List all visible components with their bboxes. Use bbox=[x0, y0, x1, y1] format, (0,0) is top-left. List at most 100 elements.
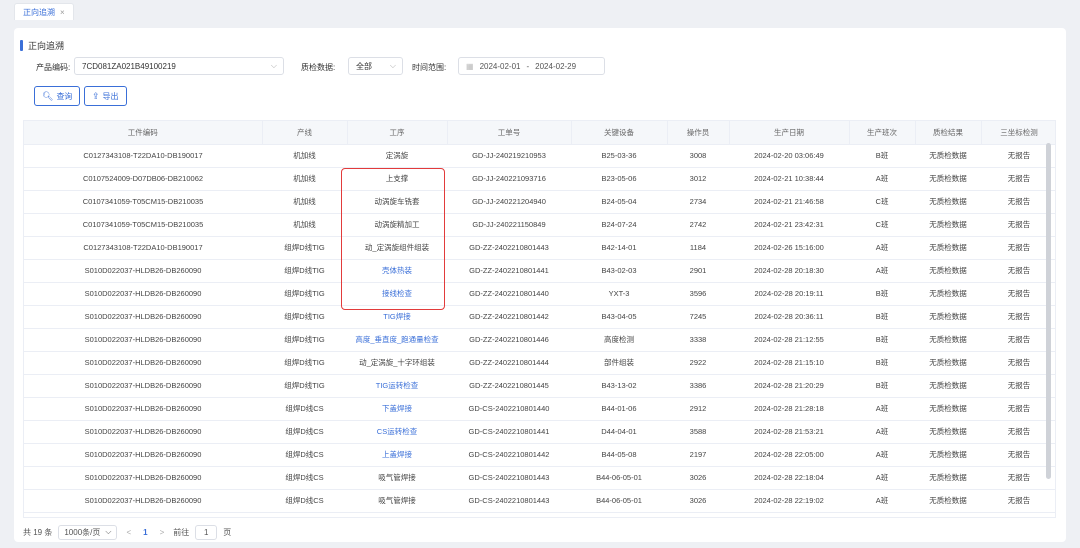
table-cell: 无报告 bbox=[981, 305, 1055, 329]
table-cell: 动涡旋车铣套 bbox=[347, 190, 447, 214]
table-cell: 2901 bbox=[667, 259, 729, 283]
table-row[interactable]: C0127343108-T22DA10-DB190017 组焊D线TIG 动_定涡旋… bbox=[24, 236, 1055, 260]
tab-label: 正向追溯 bbox=[23, 7, 55, 17]
table-cell: 2024-02-21 10:38:44 bbox=[729, 167, 849, 191]
table-row[interactable]: S010D022037-HLDB26-DB260090 组焊D线TIG 高度_垂直度… bbox=[24, 328, 1055, 352]
table-cell: 3008 bbox=[667, 144, 729, 168]
table-cell: GD-ZZ-2402210801444 bbox=[447, 351, 571, 375]
column-header: 操作员 bbox=[667, 121, 730, 145]
table-cell: 动_定涡旋组件组装 bbox=[347, 236, 447, 260]
table-cell: 无质检数据 bbox=[915, 489, 981, 513]
table-cell: B44-06-05-01 bbox=[571, 466, 667, 490]
section-title-text: 正向追溯 bbox=[28, 41, 65, 51]
table-row[interactable]: S010D022037-HLDB26-DB260090 组焊D线TIG 接线检查 GD… bbox=[24, 282, 1055, 306]
process-link[interactable]: 壳体热装 bbox=[347, 259, 447, 283]
table-cell: 组焊D线TIG bbox=[262, 328, 347, 352]
table-row[interactable]: S010D022037-HLDB26-DB260090 组焊D线TIG TIG焊接 G… bbox=[24, 305, 1055, 329]
table-cell: 组焊D线CS bbox=[262, 512, 347, 517]
current-page[interactable]: 1 bbox=[140, 528, 150, 537]
process-link[interactable]: 接线检查 bbox=[347, 282, 447, 306]
table-cell: 组焊D线CS bbox=[262, 420, 347, 444]
table-row[interactable]: S010D022037-HLDB26-DB260090 组焊D线CS 上盖焊接 GD-… bbox=[24, 443, 1055, 467]
table-row[interactable]: C0127343108-T22DA10-DB190017 机加线 定涡旋 GD-JJ-… bbox=[24, 144, 1055, 168]
table-cell: GD-CS-2402210801440 bbox=[447, 397, 571, 421]
table-cell: 3026 bbox=[667, 489, 729, 513]
table-cell: 无报告 bbox=[981, 443, 1055, 467]
table-cell: 3026 bbox=[667, 466, 729, 490]
table-cell: 2024-02-28 21:20:29 bbox=[729, 374, 849, 398]
table-row[interactable]: S010D022037-HLDB26-DB260090 组焊D线TIG 壳体热装 GD… bbox=[24, 259, 1055, 283]
table-cell: S010D022037-HLDB26-DB260090 bbox=[24, 397, 262, 421]
table-cell: C班 bbox=[849, 190, 915, 214]
table-cell: GD-CS-2402210801444 bbox=[447, 512, 571, 517]
section-title: 正向追溯 bbox=[20, 39, 64, 52]
goto-label: 前往 bbox=[173, 527, 190, 537]
process-link[interactable]: TIG运转检查 bbox=[347, 374, 447, 398]
table-cell: A班 bbox=[849, 397, 915, 421]
table-cell: 2734 bbox=[667, 190, 729, 214]
table-cell: 无报告 bbox=[981, 167, 1055, 191]
next-page-button[interactable]: > bbox=[157, 528, 168, 537]
table-row[interactable]: C0107524009-D07DB06-DB210062 机加线 上支撑 GD-JJ-… bbox=[24, 167, 1055, 191]
process-link[interactable]: 下盖焊接 bbox=[347, 397, 447, 421]
table-cell: A班 bbox=[849, 167, 915, 191]
table-cell: GD-JJ-240221204940 bbox=[447, 190, 571, 214]
process-link[interactable]: 上盖焊接 bbox=[347, 443, 447, 467]
table-cell: D44-04-01 bbox=[571, 420, 667, 444]
column-header: 关键设备 bbox=[571, 121, 668, 145]
table-cell: 组焊D线CS bbox=[262, 466, 347, 490]
process-link[interactable]: CS运转检查 bbox=[347, 420, 447, 444]
page-size-select[interactable]: 1000条/页 ⌵ bbox=[58, 524, 118, 540]
table-cell: 无报告 bbox=[981, 236, 1055, 260]
prev-page-button[interactable]: < bbox=[123, 528, 134, 537]
product-code-label: 产品编码: bbox=[36, 63, 71, 72]
process-link[interactable]: TIG焊接 bbox=[347, 305, 447, 329]
tab-bar: 正向追溯 × bbox=[0, 0, 1080, 22]
export-button[interactable]: ⇪ 导出 bbox=[84, 86, 127, 106]
table-cell: 机加线 bbox=[262, 190, 347, 214]
table-row[interactable]: S010D022037-HLDB26-DB260090 组焊D线CS 下盖焊接 GD-… bbox=[24, 397, 1055, 421]
table-cell: 机加线 bbox=[262, 167, 347, 191]
table-header-row: 工件编码 产线 工序 工单号 关键设备 操作员 生产日期 生产班次 质检结果 三坐标检测 bbox=[24, 121, 1055, 145]
table-cell: 1184 bbox=[667, 236, 729, 260]
table-cell: B班 bbox=[849, 351, 915, 375]
product-code-value: 7CD081ZA021B49100219 bbox=[82, 61, 176, 71]
table-cell: C0127343108-T22DA10-DB190017 bbox=[24, 236, 262, 260]
column-header: 产线 bbox=[262, 121, 348, 145]
table-cell: 2024-02-28 20:36:11 bbox=[729, 305, 849, 329]
table-row[interactable]: S010D022037-HLDB26-DB260090 组焊D线TIG 动_定涡旋_… bbox=[24, 351, 1055, 375]
table-scrollbar[interactable] bbox=[1046, 143, 1051, 479]
table-cell: 无质检数据 bbox=[915, 190, 981, 214]
time-range-picker[interactable]: ▦ 2024-02-01 - 2024-02-29 bbox=[458, 57, 605, 75]
close-icon[interactable]: × bbox=[60, 8, 65, 17]
table-row[interactable]: S010D022037-HLDB26-DB260090组焊D线CS水检GD-CS… bbox=[24, 512, 1055, 517]
table-cell: 无质检数据 bbox=[915, 512, 981, 517]
quality-select[interactable]: 全部 ⌵ bbox=[348, 57, 403, 75]
table-cell: 组焊D线TIG bbox=[262, 305, 347, 329]
column-header: 质检结果 bbox=[915, 121, 982, 145]
table-cell: 无质检数据 bbox=[915, 167, 981, 191]
goto-page-input[interactable]: 1 bbox=[195, 524, 218, 540]
tab-forward-trace[interactable]: 正向追溯 × bbox=[14, 3, 74, 20]
table-cell: A班 bbox=[849, 236, 915, 260]
table-cell: GD-ZZ-2402210801443 bbox=[447, 236, 571, 260]
query-button[interactable]: 🔍︎ 查询 bbox=[34, 86, 81, 106]
table-cell: GD-JJ-240221093716 bbox=[447, 167, 571, 191]
table-cell: 2024-02-28 21:28:18 bbox=[729, 397, 849, 421]
table-cell: 2024-02-28 21:12:55 bbox=[729, 328, 849, 352]
table-cell: 无质检数据 bbox=[915, 466, 981, 490]
table-row[interactable]: S010D022037-HLDB26-DB260090 组焊D线TIG TIG运转检… bbox=[24, 374, 1055, 398]
table-cell: S010D022037-HLDB26-DB260090 bbox=[24, 328, 262, 352]
table-row[interactable]: S010D022037-HLDB26-DB260090 组焊D线CS 吸气管焊接 GD… bbox=[24, 489, 1055, 513]
product-code-select[interactable]: 7CD081ZA021B49100219 ⌵ bbox=[74, 57, 284, 75]
table-row[interactable]: C0107341059-T05CM15-DB210035 机加线 动涡旋车铣套 GD-… bbox=[24, 190, 1055, 214]
chevron-down-icon: ⌵ bbox=[389, 61, 396, 70]
table-row[interactable]: S010D022037-HLDB26-DB260090 组焊D线CS 吸气管焊接 GD… bbox=[24, 466, 1055, 490]
table-cell: 无质检数据 bbox=[915, 259, 981, 283]
table-row[interactable]: C0107341059-T05CM15-DB210035 机加线 动涡旋精加工 GD-… bbox=[24, 213, 1055, 237]
table-cell: 无质检数据 bbox=[915, 397, 981, 421]
table-row[interactable]: S010D022037-HLDB26-DB260090 组焊D线CS CS运转检查 G… bbox=[24, 420, 1055, 444]
process-link[interactable]: 高度_垂直度_跑通量检查 bbox=[347, 328, 447, 352]
pagination: 共 19 条 1000条/页 ⌵ < 1 > 前往 1 页 bbox=[23, 524, 231, 540]
table-cell: 2742 bbox=[667, 213, 729, 237]
